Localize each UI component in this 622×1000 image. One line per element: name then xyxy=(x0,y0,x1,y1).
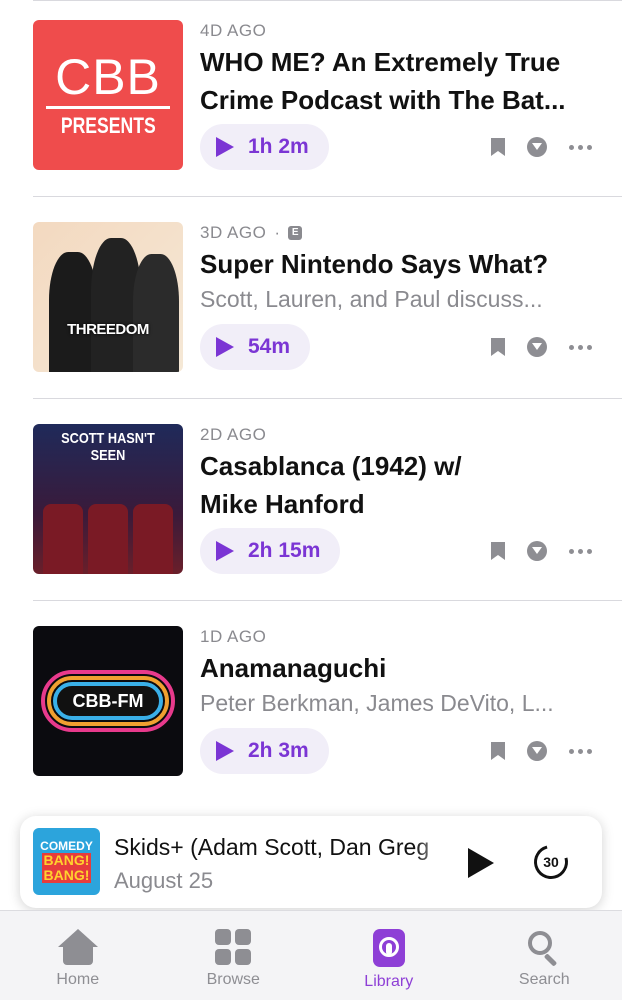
bookmark-icon[interactable] xyxy=(491,742,505,760)
tab-search[interactable]: Search xyxy=(467,911,622,1000)
more-options-icon[interactable] xyxy=(569,144,592,150)
episode-duration: 1h 2m xyxy=(248,135,309,158)
artwork-logo-text: CBB xyxy=(55,48,161,105)
episode-row[interactable]: SCOTT HASN'T SEEN 2D AGO Casablanca (194… xyxy=(0,404,622,604)
episode-description[interactable]: Scott, Lauren, and Paul discuss... xyxy=(200,282,592,316)
play-icon xyxy=(216,541,234,561)
episode-meta: 1D AGO Anamanaguchi Peter Berkman, James… xyxy=(200,626,592,720)
tab-label: Browse xyxy=(206,971,260,988)
episode-age: 2D AGO xyxy=(200,424,592,446)
episode-duration: 2h 3m xyxy=(248,739,309,762)
now-playing-date: August 25 xyxy=(114,868,214,893)
play-icon xyxy=(216,741,234,761)
episode-age: 1D AGO xyxy=(200,626,592,648)
now-playing-artwork[interactable]: COMEDY BANG! BANG! xyxy=(33,828,100,895)
play-duration-button[interactable]: 54m xyxy=(200,324,311,370)
episode-actions xyxy=(491,137,592,157)
episode-title-line[interactable]: Mike Hanford xyxy=(200,486,592,522)
divider xyxy=(33,398,622,399)
artwork-ring: CBB-FM xyxy=(53,682,163,720)
play-icon xyxy=(216,337,234,357)
separator-dot: · xyxy=(274,223,281,242)
explicit-badge: E xyxy=(288,226,303,240)
play-duration-button[interactable]: 1h 2m xyxy=(200,124,329,170)
play-icon xyxy=(216,137,234,157)
episode-artwork[interactable]: THREEDOM xyxy=(33,222,183,372)
now-playing-title[interactable]: Skids+ (Adam Scott, Dan Greg xyxy=(114,834,454,861)
tab-label: Library xyxy=(364,973,414,990)
library-icon xyxy=(372,929,405,967)
episode-description[interactable]: Peter Berkman, James DeVito, L... xyxy=(200,686,592,720)
episode-age-text: 1D AGO xyxy=(200,627,267,646)
download-icon[interactable] xyxy=(527,541,547,561)
episode-title-line[interactable]: WHO ME? An Extremely True xyxy=(200,44,592,80)
episode-title[interactable]: Super Nintendo Says What? xyxy=(200,246,592,282)
artwork-text: BANG! xyxy=(41,852,92,868)
play-duration-button[interactable]: 2h 3m xyxy=(200,728,329,774)
tab-bar: Home Browse Library Search xyxy=(0,910,622,1000)
episode-actions xyxy=(491,541,592,561)
episode-meta: 3D AGO · E Super Nintendo Says What? Sco… xyxy=(200,222,592,316)
artwork-subtitle: PRESENTS xyxy=(60,112,156,138)
artwork-figure xyxy=(49,252,97,372)
episode-meta: 2D AGO Casablanca (1942) w/ Mike Hanford xyxy=(200,424,592,522)
browse-grid-icon xyxy=(215,929,252,965)
episode-age: 4D AGO xyxy=(200,20,592,42)
episode-age-text: 3D AGO xyxy=(200,223,267,242)
skip-forward-label[interactable]: 30 xyxy=(534,845,568,879)
bookmark-icon[interactable] xyxy=(491,542,505,560)
tab-label: Search xyxy=(518,971,570,988)
episode-title-line[interactable]: Crime Podcast with The Bat... xyxy=(200,82,592,118)
episode-age-text: 2D AGO xyxy=(200,425,267,444)
tab-label: Home xyxy=(56,971,100,988)
more-options-icon[interactable] xyxy=(569,748,592,754)
artwork-seat xyxy=(88,504,128,574)
artwork-header: SCOTT HASN'T SEEN xyxy=(61,430,155,464)
episode-row[interactable]: CBB-FM 1D AGO Anamanaguchi Peter Berkman… xyxy=(0,606,622,806)
episode-actions xyxy=(491,337,592,357)
episode-row[interactable]: CBB PRESENTS 4D AGO WHO ME? An Extremely… xyxy=(0,0,622,200)
episode-artwork[interactable]: CBB-FM xyxy=(33,626,183,776)
artwork-rule xyxy=(46,105,170,109)
bookmark-icon[interactable] xyxy=(491,338,505,356)
episode-duration: 2h 15m xyxy=(248,539,321,562)
episode-age-text: 4D AGO xyxy=(200,21,267,40)
artwork-text: BANG! xyxy=(41,867,92,883)
episode-artwork[interactable]: SCOTT HASN'T SEEN xyxy=(33,424,183,574)
mini-player[interactable]: COMEDY BANG! BANG! Skids+ (Adam Scott, D… xyxy=(20,816,602,908)
episode-row[interactable]: THREEDOM 3D AGO · E Super Nintendo Says … xyxy=(0,202,622,402)
download-icon[interactable] xyxy=(527,337,547,357)
artwork-seat xyxy=(43,504,83,574)
divider xyxy=(33,600,622,601)
artwork-figure xyxy=(133,254,179,372)
episode-title[interactable]: Anamanaguchi xyxy=(200,650,592,686)
home-icon xyxy=(57,929,98,965)
episode-actions xyxy=(491,741,592,761)
download-icon[interactable] xyxy=(527,137,547,157)
artwork-seat xyxy=(133,504,173,574)
episode-duration: 54m xyxy=(248,335,291,358)
more-options-icon[interactable] xyxy=(569,344,592,350)
tab-browse[interactable]: Browse xyxy=(156,911,312,1000)
search-icon xyxy=(526,929,562,967)
more-options-icon[interactable] xyxy=(569,548,592,554)
artwork-word: THREEDOM xyxy=(67,321,149,338)
artwork-word: CBB-FM xyxy=(72,690,144,711)
episode-age: 3D AGO · E xyxy=(200,222,592,244)
download-icon[interactable] xyxy=(527,741,547,761)
episode-meta: 4D AGO WHO ME? An Extremely True Crime P… xyxy=(200,20,592,118)
tab-home[interactable]: Home xyxy=(0,911,156,1000)
play-icon[interactable] xyxy=(468,848,494,878)
bookmark-icon[interactable] xyxy=(491,138,505,156)
tab-library[interactable]: Library xyxy=(311,911,467,1000)
episode-title-line[interactable]: Casablanca (1942) w/ xyxy=(200,448,592,484)
episode-artwork[interactable]: CBB PRESENTS xyxy=(33,20,183,170)
divider xyxy=(33,196,622,197)
play-duration-button[interactable]: 2h 15m xyxy=(200,528,341,574)
